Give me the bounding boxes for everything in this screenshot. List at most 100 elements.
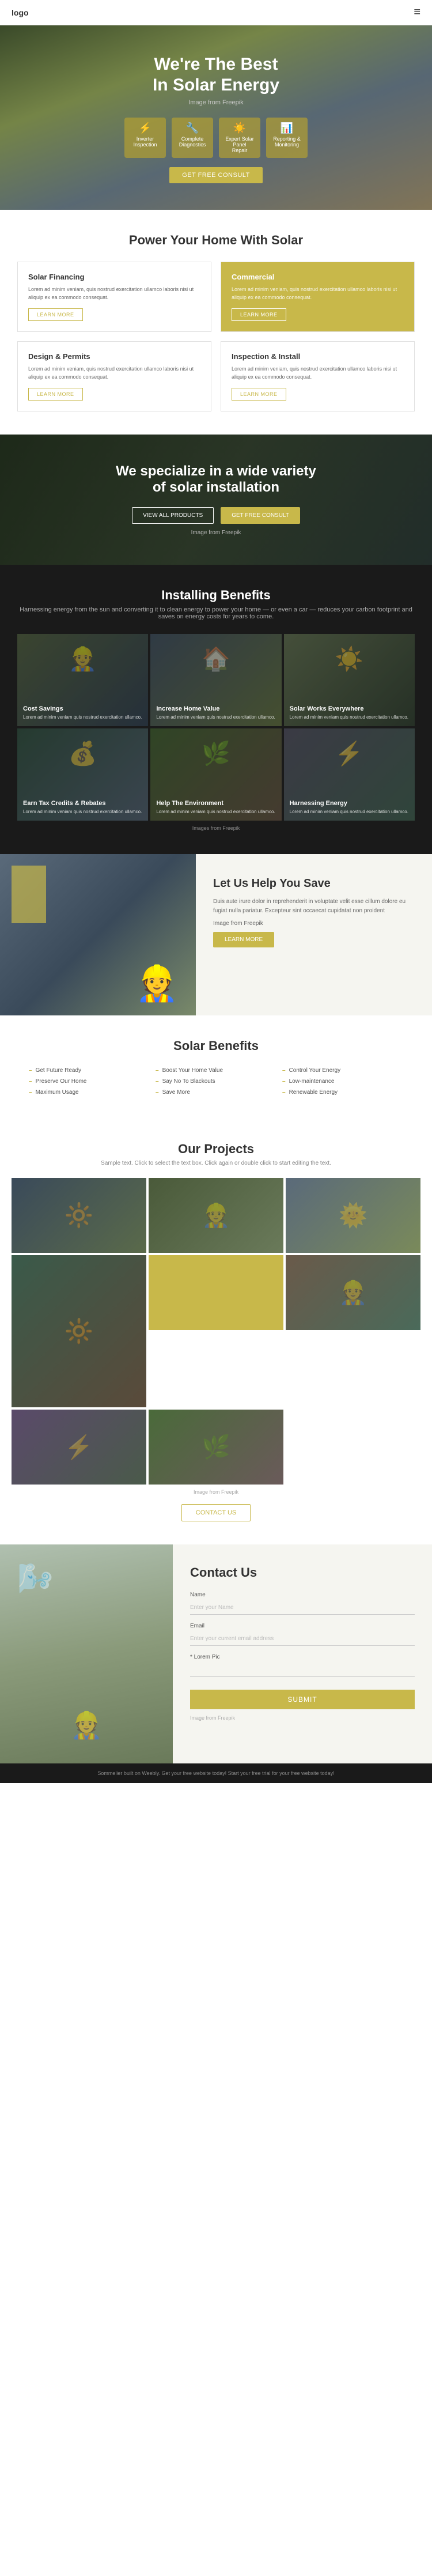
email-label: Email [190, 1623, 415, 1629]
hero-title: We're The BestIn Solar Energy [124, 54, 308, 96]
power-title: Power Your Home With Solar [17, 233, 415, 248]
menu-icon[interactable]: ≡ [414, 6, 420, 19]
solar-benefits-col-1: Get Future Ready Preserve Our Home Maxim… [29, 1067, 150, 1096]
design-permits-title: Design & Permits [28, 352, 200, 361]
sol-ben-item-1: Get Future Ready [29, 1067, 150, 1074]
free-consult-btn[interactable]: GET FREE CONSULT [221, 507, 300, 524]
contact-title: Contact Us [190, 1565, 415, 1580]
help-body: Duis aute irure dolor in reprehenderit i… [213, 897, 415, 916]
commercial-btn[interactable]: LEARN MORE [232, 308, 286, 321]
benefits-title: Installing Benefits [17, 588, 415, 603]
hero-cta-button[interactable]: GET FREE CONSULT [169, 167, 263, 183]
benefit-cost-savings: 👷 Cost Savings Lorem ad minim veniam qui… [17, 634, 148, 726]
projects-section: Our Projects Sample text. Click to selec… [0, 1119, 432, 1544]
design-permits-btn[interactable]: LEARN MORE [28, 388, 83, 401]
harnessing-icon: ⚡ [335, 740, 363, 767]
environment-icon: 🌿 [202, 740, 230, 767]
project-img-7: 🌿 [149, 1410, 283, 1485]
hero-icons-row: ⚡ Inverter Inspection 🔧 Complete Diagnos… [124, 118, 308, 158]
project-person-icon-3: 🌞 [339, 1202, 367, 1229]
tax-icon: 💰 [69, 740, 97, 767]
help-title: Let Us Help You Save [213, 877, 415, 890]
benefits-subtitle: Harnessing energy from the sun and conve… [17, 606, 415, 620]
diagnostics-icon: 🔧 [177, 122, 207, 134]
sol-ben-item-8: Low-maintenance [282, 1078, 403, 1085]
projects-credit: Image from Freepik [12, 1489, 420, 1495]
specialize-section: We specialize in a wide varietyof solar … [0, 435, 432, 565]
hero-icon-repair: ☀️ Expert Solar Panel Repair [219, 118, 260, 158]
solar-benefits-section: Solar Benefits Get Future Ready Preserve… [0, 1015, 432, 1119]
lorem-field-group: * Lorem Pic [190, 1654, 415, 1677]
help-content: Let Us Help You Save Duis aute irure dol… [196, 854, 432, 1015]
commercial-body: Lorem ad minim veniam, quis nostrud exer… [232, 286, 404, 301]
benefit-title-4: Earn Tax Credits & Rebates [23, 800, 142, 807]
monitoring-icon: 📊 [272, 122, 302, 134]
help-credit: Image from Freepik [213, 919, 415, 928]
sol-ben-item-5: Say No To Blackouts [156, 1078, 276, 1085]
benefit-title-3: Solar Works Everywhere [290, 705, 409, 712]
inspection-install-card: Inspection & Install Lorem ad minim veni… [221, 341, 415, 411]
specialize-title: We specialize in a wide varietyof solar … [17, 463, 415, 496]
benefit-solar-everywhere: ☀️ Solar Works Everywhere Lorem ad minim… [284, 634, 415, 726]
project-person-icon-1: 🔆 [65, 1202, 93, 1229]
footer-text: Sommelier built on Weebly. Get your free… [97, 1770, 334, 1776]
inspection-install-btn[interactable]: LEARN MORE [232, 388, 286, 401]
name-input[interactable] [190, 1600, 415, 1615]
project-img-6: ⚡ [12, 1410, 146, 1485]
benefit-body-3: Lorem ad minim veniam quis nostrud exerc… [290, 714, 409, 720]
view-all-btn[interactable]: VIEW ALL PRODUCTS [132, 507, 214, 524]
benefits-grid: 👷 Cost Savings Lorem ad minim veniam qui… [17, 634, 415, 821]
benefit-body-5: Lorem ad minim veniam quis nostrud exerc… [156, 809, 275, 815]
benefit-body-6: Lorem ad minim veniam quis nostrud exerc… [290, 809, 409, 815]
benefit-title-5: Help The Environment [156, 800, 275, 807]
worker-icon-2: 🏠 [202, 645, 230, 673]
logo: logo [12, 8, 29, 17]
contact-worker-icon: 👷 [70, 1710, 103, 1740]
benefit-title-2: Increase Home Value [156, 705, 275, 712]
lorem-input[interactable] [190, 1663, 415, 1677]
worker-photo-icon: 👷 [135, 963, 179, 1004]
help-section: 👷 Let Us Help You Save Duis aute irure d… [0, 854, 432, 1015]
sol-ben-item-4: Boost Your Home Value [156, 1067, 276, 1074]
commercial-title: Commercial [232, 273, 404, 281]
sol-ben-item-9: Renewable Energy [282, 1089, 403, 1096]
email-input[interactable] [190, 1631, 415, 1646]
sol-ben-item-6: Save More [156, 1089, 276, 1096]
inverter-icon: ⚡ [130, 122, 160, 134]
solar-benefits-col-2: Boost Your Home Value Say No To Blackout… [156, 1067, 276, 1096]
header: logo ≡ [0, 0, 432, 25]
help-learn-btn[interactable]: LEARN MORE [213, 932, 274, 947]
commercial-card: Commercial Lorem ad minim veniam, quis n… [221, 262, 415, 332]
project-img-4: 🔆 [12, 1255, 146, 1407]
solar-repair-icon: ☀️ [225, 122, 255, 134]
inspection-install-body: Lorem ad minim veniam, quis nostrud exer… [232, 365, 404, 381]
contact-content: Contact Us Name Email * Lorem Pic SUBMIT… [173, 1544, 432, 1763]
solar-financing-btn[interactable]: LEARN MORE [28, 308, 83, 321]
benefit-title-6: Harnessing Energy [290, 800, 409, 807]
benefit-body-1: Lorem ad minim veniam quis nostrud exerc… [23, 714, 142, 720]
submit-button[interactable]: SUBMIT [190, 1690, 415, 1709]
projects-grid: 🔆 👷 🌞 🔆 👷 ⚡ 🌿 [12, 1178, 420, 1485]
project-img-5: 👷 [286, 1255, 420, 1330]
project-person-icon-2: 👷 [202, 1202, 230, 1229]
contact-us-button[interactable]: CONTACT US [181, 1504, 251, 1521]
project-yellow-accent [149, 1255, 283, 1330]
benefit-body-4: Lorem ad minim veniam quis nostrud exerc… [23, 809, 142, 815]
sol-ben-item-7: Control Your Energy [282, 1067, 403, 1074]
power-section: Power Your Home With Solar Solar Financi… [0, 210, 432, 435]
benefit-home-value: 🏠 Increase Home Value Lorem ad minim ven… [150, 634, 281, 726]
project-img-2: 👷 [149, 1178, 283, 1253]
solar-financing-body: Lorem ad minim veniam, quis nostrud exer… [28, 286, 200, 301]
specialize-credit: Image from Freepik [17, 530, 415, 536]
email-field-group: Email [190, 1623, 415, 1646]
worker-icon-1: 👷 [69, 645, 97, 673]
name-label: Name [190, 1592, 415, 1598]
yellow-accent [12, 866, 46, 923]
hero-icon-monitoring: 📊 Reporting & Monitoring [266, 118, 308, 158]
design-permits-card: Design & Permits Lorem ad minim veniam, … [17, 341, 211, 411]
benefit-body-2: Lorem ad minim veniam quis nostrud exerc… [156, 714, 275, 720]
contact-section: 🌬️ 👷 Contact Us Name Email * Lorem Pic S… [0, 1544, 432, 1763]
sol-ben-item-2: Preserve Our Home [29, 1078, 150, 1085]
benefit-tax-credits: 💰 Earn Tax Credits & Rebates Lorem ad mi… [17, 728, 148, 821]
solar-financing-title: Solar Financing [28, 273, 200, 281]
